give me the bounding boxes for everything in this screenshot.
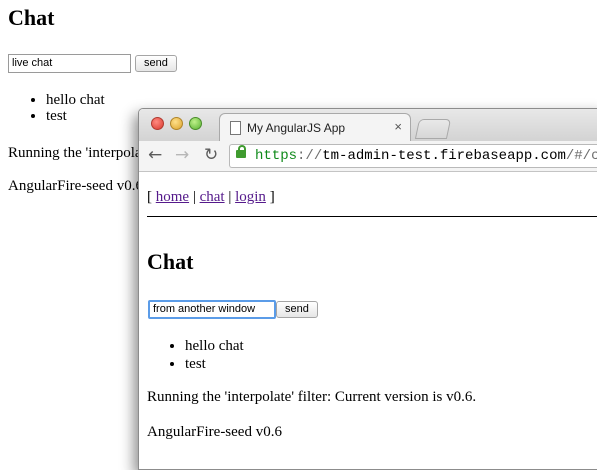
- list-item: hello chat: [185, 337, 244, 355]
- divider: [147, 216, 597, 217]
- address-bar[interactable]: https://tm-admin-test.firebaseapp.com/#/…: [229, 144, 597, 168]
- title-bar: My AngularJS App ×: [139, 109, 597, 142]
- close-window-icon[interactable]: [151, 117, 164, 130]
- send-button[interactable]: send: [276, 301, 318, 318]
- version-text: Running the 'interpolate' filter: Curren…: [147, 389, 477, 405]
- close-tab-icon[interactable]: ×: [394, 119, 402, 134]
- reload-icon[interactable]: ↻: [204, 145, 218, 165]
- tab-title: My AngularJS App: [247, 121, 346, 135]
- send-button[interactable]: send: [135, 55, 177, 72]
- browser-toolbar: ← → ↻ https://tm-admin-test.firebaseapp.…: [139, 141, 597, 172]
- page-title: Chat: [147, 249, 194, 274]
- lock-icon: [236, 145, 246, 158]
- home-link[interactable]: home: [156, 189, 189, 205]
- back-arrow-icon[interactable]: ←: [148, 145, 162, 165]
- document-icon: [230, 121, 241, 135]
- forward-arrow-icon[interactable]: →: [175, 145, 189, 165]
- url-text[interactable]: https://tm-admin-test.firebaseapp.com/#/…: [255, 145, 597, 167]
- chat-link[interactable]: chat: [200, 189, 225, 205]
- maximize-window-icon[interactable]: [189, 117, 202, 130]
- tab-my-angularjs-app[interactable]: My AngularJS App ×: [219, 113, 411, 142]
- login-link[interactable]: login: [235, 189, 266, 205]
- breadcrumb: [ home | chat | login ]: [147, 189, 275, 205]
- message-list: hello chat test: [28, 92, 105, 124]
- message-input[interactable]: from another window: [148, 300, 276, 319]
- list-item: test: [46, 108, 105, 124]
- minimize-window-icon[interactable]: [170, 117, 183, 130]
- page-content: [ home | chat | login ] Chat from anothe…: [139, 171, 597, 469]
- list-item: test: [185, 355, 244, 373]
- message-input[interactable]: live chat: [8, 54, 131, 73]
- page-title: Chat: [8, 5, 55, 30]
- seed-text: AngularFire-seed v0.6: [147, 424, 282, 440]
- new-tab-button[interactable]: [414, 119, 452, 139]
- seed-text: AngularFire-seed v0.6: [8, 178, 143, 194]
- message-list: hello chat test: [167, 337, 244, 373]
- list-item: hello chat: [46, 92, 105, 108]
- browser-window: My AngularJS App × ← → ↻ https://tm-admi…: [138, 108, 597, 470]
